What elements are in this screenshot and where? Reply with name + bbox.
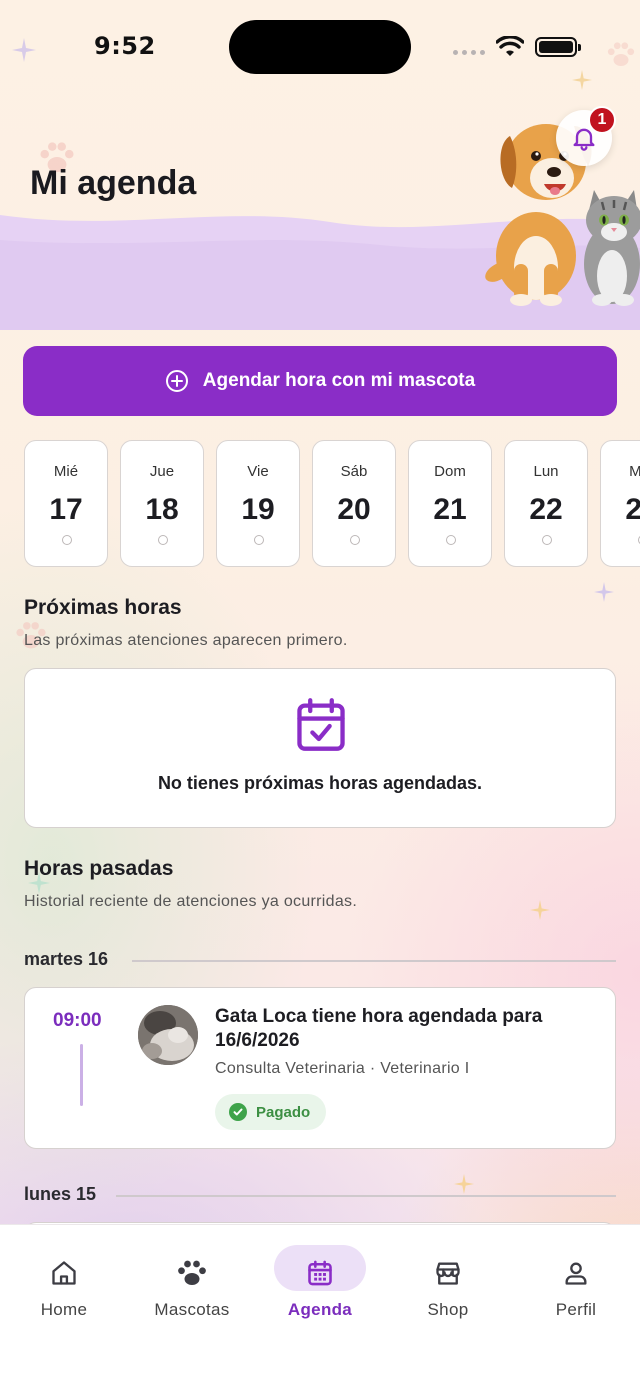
timeline-bar: [80, 1044, 83, 1106]
day-name: Mar: [629, 463, 640, 480]
past-section-subtitle: Historial reciente de atenciones ya ocur…: [24, 893, 358, 910]
nav-label: Home: [40, 1300, 88, 1319]
day-number: 23: [625, 493, 640, 526]
day-indicator-dot: [446, 535, 456, 545]
calendar-icon: [300, 1253, 340, 1293]
nav-label: Perfil: [555, 1300, 597, 1319]
nav-item-shop[interactable]: Shop: [384, 1245, 512, 1335]
cellular-signal-icon: [453, 50, 485, 55]
day-name: Vie: [247, 463, 269, 480]
day-chip[interactable]: Jue 18: [120, 440, 204, 567]
pet-avatar: [138, 1005, 198, 1065]
user-icon: [556, 1253, 596, 1293]
dynamic-island: [229, 20, 411, 74]
status-bar: 9:52: [0, 0, 640, 96]
date-selector: Mié 17 Jue 18 Vie 19 Sáb 20 Dom 21 Lun 2…: [24, 440, 640, 568]
schedule-appointment-button[interactable]: Agendar hora con mi mascota: [23, 346, 617, 416]
date-group-label: lunes 15: [24, 1184, 97, 1204]
upcoming-section-subtitle: Las próximas atenciones aparecen primero…: [24, 632, 348, 649]
status-badge: Pagado: [215, 1094, 327, 1130]
nav-item-agenda[interactable]: Agenda: [256, 1245, 384, 1335]
upcoming-section-title: Próximas horas: [24, 596, 182, 619]
nav-item-home[interactable]: Home: [0, 1245, 128, 1335]
day-number: 20: [337, 493, 371, 526]
status-badge-label: Pagado: [256, 1103, 311, 1121]
appointment-card[interactable]: 09:00 Gata Loca tiene hora agendada para…: [24, 987, 616, 1149]
day-indicator-dot: [542, 535, 552, 545]
sparkle-decoration: [530, 900, 550, 920]
day-chip[interactable]: Mié 17: [24, 440, 108, 567]
day-name: Lun: [533, 463, 559, 480]
sparkle-decoration: [454, 1174, 474, 1194]
day-chip[interactable]: Vie 19: [216, 440, 300, 567]
nav-item-perfil[interactable]: Perfil: [512, 1245, 640, 1335]
day-number: 18: [145, 493, 179, 526]
day-name: Dom: [434, 463, 466, 480]
day-name: Sáb: [340, 463, 368, 480]
appointment-title: Gata Loca tiene hora agendada para 16/6/…: [215, 1006, 543, 1051]
plus-circle-icon: [165, 370, 188, 392]
divider: [116, 1195, 616, 1197]
day-number: 21: [433, 493, 467, 526]
sparkle-decoration: [594, 582, 614, 602]
day-number: 22: [529, 493, 563, 526]
appointment-time: 09:00: [53, 1010, 102, 1031]
day-chip[interactable]: Mar 23: [600, 440, 640, 567]
paw-icon: [172, 1253, 212, 1293]
empty-state-message: No tienes próximas horas agendadas.: [157, 773, 483, 793]
nav-label: Mascotas: [154, 1300, 230, 1319]
bottom-navigation: Home Mascotas Agenda Shop Perfil: [0, 1224, 640, 1391]
wifi-icon: [496, 36, 524, 56]
day-indicator-dot: [350, 535, 360, 545]
upcoming-empty-state: No tienes próximas horas agendadas.: [24, 668, 616, 828]
day-indicator-dot: [62, 535, 72, 545]
page-title: Mi agenda: [30, 164, 197, 202]
status-time: 9:52: [94, 32, 156, 60]
day-number: 19: [241, 493, 275, 526]
day-indicator-dot: [254, 535, 264, 545]
appointment-details: Consulta Veterinaria · Veterinario I: [215, 1060, 470, 1077]
divider: [132, 960, 616, 962]
calendar-check-icon: [297, 698, 345, 751]
day-chip[interactable]: Lun 22: [504, 440, 588, 567]
past-section-title: Horas pasadas: [24, 857, 174, 880]
check-circle-icon: [229, 1103, 247, 1121]
day-name: Mié: [53, 463, 79, 480]
day-indicator-dot: [158, 535, 168, 545]
day-chip[interactable]: Dom 21: [408, 440, 492, 567]
day-chip[interactable]: Sáb 20: [312, 440, 396, 567]
date-group-label: martes 16: [24, 949, 109, 969]
nav-item-mascotas[interactable]: Mascotas: [128, 1245, 256, 1335]
nav-label: Agenda: [287, 1300, 353, 1319]
notification-count-badge: 1: [588, 106, 616, 134]
schedule-appointment-label: Agendar hora con mi mascota: [202, 370, 476, 391]
battery-icon: [535, 37, 581, 57]
home-icon: [44, 1253, 84, 1293]
nav-label: Shop: [427, 1300, 469, 1319]
store-icon: [428, 1253, 468, 1293]
day-name: Jue: [149, 463, 175, 480]
day-number: 17: [49, 493, 83, 526]
